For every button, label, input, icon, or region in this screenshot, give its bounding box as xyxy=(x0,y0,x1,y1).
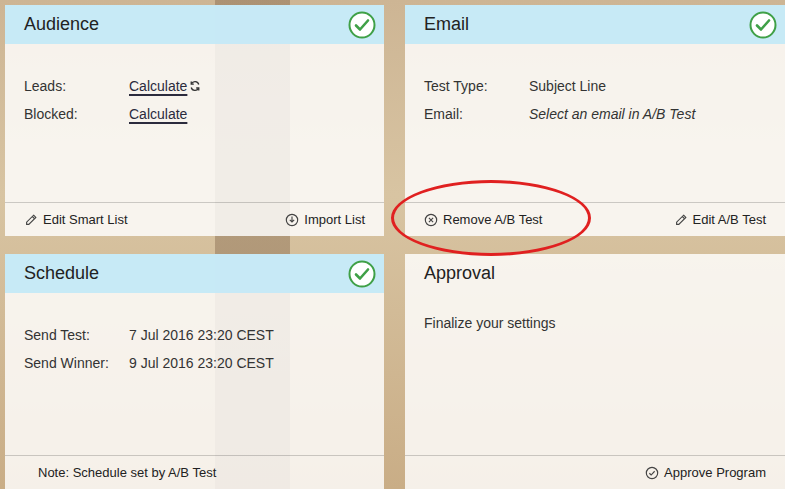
approve-action[interactable]: Approve Program xyxy=(645,463,766,483)
program-card: Approval Finalize your settings Approve Pr… xyxy=(405,254,785,489)
remove-action[interactable]: Remove A/B Test xyxy=(424,210,542,230)
field-value: 9 Jul 2016 23:20 CEST xyxy=(129,355,274,371)
card-title: Schedule xyxy=(24,263,99,285)
card-footer: Approve Program xyxy=(405,455,785,489)
action-label: Edit A/B Test xyxy=(693,210,766,230)
action-label: Approve Program xyxy=(664,463,766,483)
card-title: Approval xyxy=(424,263,495,285)
field-label: Leads: xyxy=(24,76,129,97)
schedule-note: Note: Schedule set by A/B Test xyxy=(24,463,216,483)
field-value: 7 Jul 2016 23:20 CEST xyxy=(129,327,274,343)
import-icon xyxy=(285,213,299,227)
field-label: Test Type: xyxy=(424,76,529,97)
card-header: Audience xyxy=(5,5,384,44)
card-title: Audience xyxy=(24,14,99,36)
card-header: Email xyxy=(405,5,785,44)
field-value-cell: 7 Jul 2016 23:20 CEST xyxy=(129,325,274,346)
card-header: Schedule xyxy=(5,254,384,293)
action-label: Import List xyxy=(304,210,365,230)
field-value-cell: Subject Line xyxy=(529,76,606,97)
field-value-cell: Calculate xyxy=(129,76,201,97)
action-label: Remove A/B Test xyxy=(443,210,542,230)
card-footer: Note: Schedule set by A/B Test xyxy=(5,455,384,489)
field-label: Send Winner: xyxy=(24,353,129,374)
refresh-icon[interactable] xyxy=(189,80,201,92)
card-footer: Edit Smart List Import List xyxy=(5,202,384,236)
card-footer: Remove A/B Test Edit A/B Test xyxy=(405,202,785,236)
field-label: Blocked: xyxy=(24,104,129,125)
field-row: Blocked:Calculate xyxy=(24,104,365,132)
program-tiles: AudienceLeads:CalculateBlocked:Calculate… xyxy=(0,0,785,489)
highlight-ellipse xyxy=(391,180,591,256)
field-row: Email:Select an email in A/B Test xyxy=(424,104,766,132)
check-circle-icon xyxy=(645,466,659,480)
field-row: Test Type:Subject Line xyxy=(424,76,766,104)
card-message: Finalize your settings xyxy=(424,313,766,334)
card-header: Approval xyxy=(405,254,785,293)
field-row: Send Winner:9 Jul 2016 23:20 CEST xyxy=(24,353,365,381)
edit-action[interactable]: Edit Smart List xyxy=(24,210,128,230)
field-value: Select an email in A/B Test xyxy=(529,106,695,122)
pencil-icon xyxy=(674,213,688,227)
card-body: Test Type:Subject LineEmail:Select an em… xyxy=(405,44,785,202)
action-label: Edit Smart List xyxy=(43,210,128,230)
card-title: Email xyxy=(424,14,469,36)
complete-check-icon xyxy=(348,260,376,288)
field-value: Subject Line xyxy=(529,78,606,94)
field-row: Send Test:7 Jul 2016 23:20 CEST xyxy=(24,325,365,353)
import-action[interactable]: Import List xyxy=(285,210,365,230)
program-card: AudienceLeads:CalculateBlocked:Calculate… xyxy=(5,5,384,236)
field-value-cell: Calculate xyxy=(129,104,187,125)
complete-check-icon xyxy=(348,11,376,39)
pencil-icon xyxy=(24,213,38,227)
field-label: Send Test: xyxy=(24,325,129,346)
field-label: Email: xyxy=(424,104,529,125)
card-body: Send Test:7 Jul 2016 23:20 CESTSend Winn… xyxy=(5,293,384,455)
complete-check-icon xyxy=(749,11,777,39)
program-card: ScheduleSend Test:7 Jul 2016 23:20 CESTS… xyxy=(5,254,384,489)
field-row: Leads:Calculate xyxy=(24,76,365,104)
field-value-cell: 9 Jul 2016 23:20 CEST xyxy=(129,353,274,374)
card-body: Leads:CalculateBlocked:Calculate xyxy=(5,44,384,202)
program-card: EmailTest Type:Subject LineEmail:Select … xyxy=(405,5,785,236)
remove-circle-icon xyxy=(424,213,438,227)
edit-action[interactable]: Edit A/B Test xyxy=(674,210,766,230)
field-value-cell: Select an email in A/B Test xyxy=(529,104,695,125)
calculate-link[interactable]: Calculate xyxy=(129,106,187,122)
card-body: Finalize your settings xyxy=(405,293,785,455)
calculate-link[interactable]: Calculate xyxy=(129,78,187,94)
